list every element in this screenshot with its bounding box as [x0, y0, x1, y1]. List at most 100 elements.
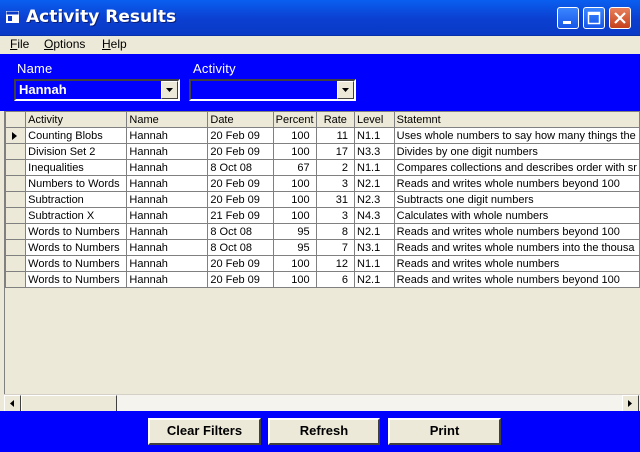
- cell-percent[interactable]: 100: [272, 175, 317, 192]
- name-filter-combo[interactable]: Hannah: [14, 79, 180, 101]
- cell-percent[interactable]: 100: [272, 143, 317, 160]
- cell-percent[interactable]: 100: [272, 271, 317, 288]
- maximize-button[interactable]: [583, 7, 605, 29]
- cell-activity[interactable]: Words to Numbers: [25, 255, 128, 272]
- cell-rate[interactable]: 7: [315, 239, 356, 256]
- cell-statement[interactable]: Divides by one digit numbers: [393, 143, 640, 160]
- cell-rate[interactable]: 3: [315, 175, 356, 192]
- cell-date[interactable]: 20 Feb 09: [207, 175, 274, 192]
- cell-rate[interactable]: 8: [315, 223, 356, 240]
- row-selector[interactable]: [4, 127, 27, 144]
- cell-rate[interactable]: 12: [315, 255, 356, 272]
- table-row[interactable]: Words to Numbers Hannah 8 Oct 08 95 8 N2.1 Rea…: [4, 223, 640, 240]
- cell-level[interactable]: N1.1: [354, 255, 395, 272]
- cell-statement[interactable]: Subtracts one digit numbers: [393, 191, 640, 208]
- minimize-button[interactable]: [557, 7, 579, 29]
- cell-rate[interactable]: 6: [315, 271, 356, 288]
- cell-date[interactable]: 8 Oct 08: [207, 239, 274, 256]
- cell-percent[interactable]: 95: [272, 239, 317, 256]
- cell-level[interactable]: N3.3: [354, 143, 395, 160]
- column-header-statement[interactable]: Statemnt: [393, 111, 640, 128]
- cell-activity[interactable]: Words to Numbers: [25, 239, 128, 256]
- cell-activity[interactable]: Words to Numbers: [25, 223, 128, 240]
- results-grid[interactable]: Activity Name Date Percent Rate Level St…: [4, 111, 640, 394]
- table-row[interactable]: Numbers to Words Hannah 20 Feb 09 100 3 N2.1 R…: [4, 175, 640, 192]
- table-row[interactable]: Subtraction X Hannah 21 Feb 09 100 3 N4.3 Calc…: [4, 207, 640, 224]
- row-selector[interactable]: [4, 191, 27, 208]
- cell-name[interactable]: Hannah: [126, 271, 209, 288]
- cell-level[interactable]: N2.1: [354, 175, 395, 192]
- table-row[interactable]: Division Set 2 Hannah 20 Feb 09 100 17 N3.3 Di…: [4, 143, 640, 160]
- cell-percent[interactable]: 95: [272, 223, 317, 240]
- table-row[interactable]: Words to Numbers Hannah 8 Oct 08 95 7 N3.1 Rea…: [4, 239, 640, 256]
- cell-percent[interactable]: 100: [272, 255, 317, 272]
- cell-statement[interactable]: Reads and writes whole numbers into the …: [393, 239, 640, 256]
- row-selector[interactable]: [4, 159, 27, 176]
- cell-name[interactable]: Hannah: [126, 127, 209, 144]
- cell-level[interactable]: N2.3: [354, 191, 395, 208]
- cell-percent[interactable]: 67: [272, 159, 317, 176]
- scroll-left-button[interactable]: [4, 395, 21, 412]
- cell-rate[interactable]: 3: [315, 207, 356, 224]
- scroll-right-button[interactable]: [622, 395, 639, 412]
- cell-activity[interactable]: Subtraction: [25, 191, 128, 208]
- cell-name[interactable]: Hannah: [126, 255, 209, 272]
- table-row[interactable]: Subtraction Hannah 20 Feb 09 100 31 N2.3 Subtr…: [4, 191, 640, 208]
- cell-percent[interactable]: 100: [272, 127, 317, 144]
- row-selector[interactable]: [4, 271, 27, 288]
- name-filter-dropdown-button[interactable]: [161, 81, 178, 99]
- table-row[interactable]: Words to Numbers Hannah 20 Feb 09 100 12 N1.1…: [4, 255, 640, 272]
- cell-name[interactable]: Hannah: [126, 191, 209, 208]
- menu-help[interactable]: Help: [102, 37, 127, 51]
- cell-date[interactable]: 8 Oct 08: [207, 223, 274, 240]
- cell-rate[interactable]: 11: [315, 127, 356, 144]
- cell-activity[interactable]: Words to Numbers: [25, 271, 128, 288]
- table-row[interactable]: Inequalities Hannah 8 Oct 08 67 2 N1.1 Compare…: [4, 159, 640, 176]
- cell-level[interactable]: N2.1: [354, 223, 395, 240]
- column-header-activity[interactable]: Activity: [25, 111, 128, 128]
- cell-name[interactable]: Hannah: [126, 239, 209, 256]
- cell-date[interactable]: 20 Feb 09: [207, 127, 274, 144]
- column-header-rate[interactable]: Rate: [315, 111, 356, 128]
- close-button[interactable]: [609, 7, 631, 29]
- cell-activity[interactable]: Inequalities: [25, 159, 128, 176]
- cell-activity[interactable]: Subtraction X: [25, 207, 128, 224]
- cell-activity[interactable]: Counting Blobs: [25, 127, 128, 144]
- cell-percent[interactable]: 100: [272, 207, 317, 224]
- activity-filter-combo[interactable]: [189, 79, 356, 101]
- cell-rate[interactable]: 31: [315, 191, 356, 208]
- row-selector[interactable]: [4, 239, 27, 256]
- table-row[interactable]: Counting Blobs Hannah 20 Feb 09 100 11 N1.1 Us…: [4, 127, 640, 144]
- cell-percent[interactable]: 100: [272, 191, 317, 208]
- title-bar[interactable]: Activity Results: [0, 0, 640, 36]
- cell-date[interactable]: 20 Feb 09: [207, 271, 274, 288]
- horizontal-scrollbar[interactable]: [4, 394, 640, 412]
- cell-date[interactable]: 20 Feb 09: [207, 255, 274, 272]
- cell-statement[interactable]: Uses whole numbers to say how many thing…: [393, 127, 640, 144]
- row-selector[interactable]: [4, 223, 27, 240]
- cell-level[interactable]: N1.1: [354, 159, 395, 176]
- cell-level[interactable]: N1.1: [354, 127, 395, 144]
- cell-rate[interactable]: 17: [315, 143, 356, 160]
- cell-statement[interactable]: Reads and writes whole numbers: [393, 255, 640, 272]
- row-selector[interactable]: [4, 143, 27, 160]
- column-header-percent[interactable]: Percent: [272, 111, 317, 128]
- cell-statement[interactable]: Reads and writes whole numbers beyond 10…: [393, 223, 640, 240]
- menu-options[interactable]: Options: [44, 37, 85, 51]
- column-header-name[interactable]: Name: [126, 111, 209, 128]
- row-selector[interactable]: [4, 255, 27, 272]
- cell-statement[interactable]: Reads and writes whole numbers beyond 10…: [393, 271, 640, 288]
- cell-statement[interactable]: Reads and writes whole numbers beyond 10…: [393, 175, 640, 192]
- cell-activity[interactable]: Numbers to Words: [25, 175, 128, 192]
- scroll-thumb[interactable]: [21, 395, 117, 412]
- row-selector[interactable]: [4, 175, 27, 192]
- cell-name[interactable]: Hannah: [126, 159, 209, 176]
- cell-rate[interactable]: 2: [315, 159, 356, 176]
- cell-statement[interactable]: Calculates with whole numbers: [393, 207, 640, 224]
- row-selector[interactable]: [4, 207, 27, 224]
- clear-filters-button[interactable]: Clear Filters: [148, 418, 261, 445]
- column-header-level[interactable]: Level: [354, 111, 395, 128]
- cell-date[interactable]: 8 Oct 08: [207, 159, 274, 176]
- cell-statement[interactable]: Compares collections and describes order…: [393, 159, 640, 176]
- cell-name[interactable]: Hannah: [126, 175, 209, 192]
